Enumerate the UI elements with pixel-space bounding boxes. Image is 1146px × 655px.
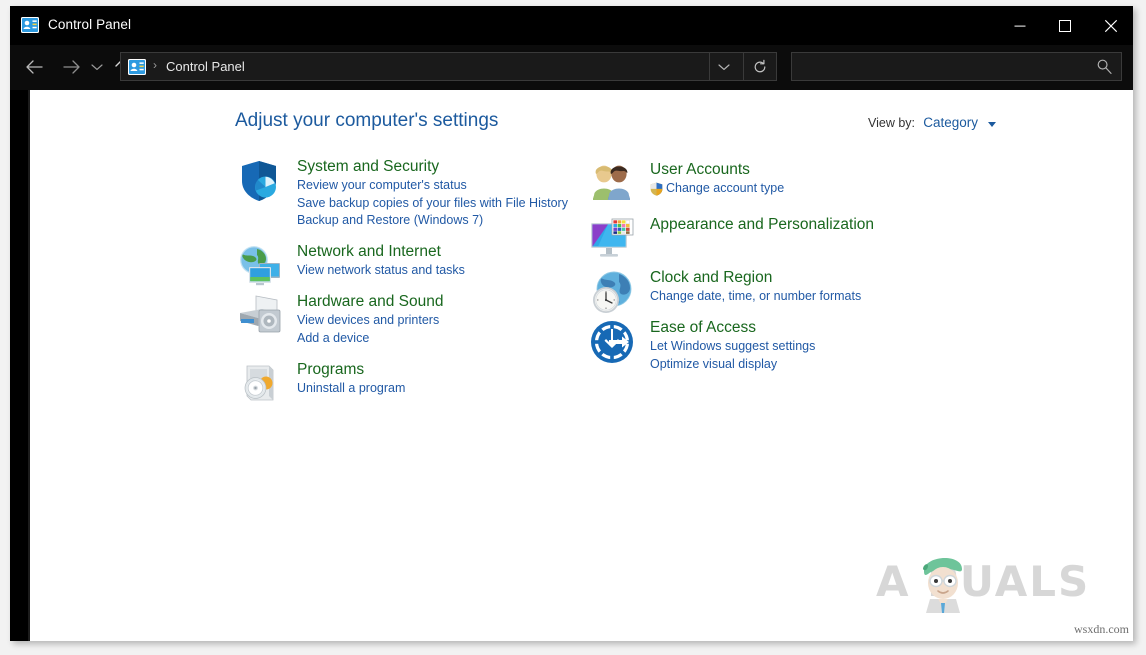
chevron-down-icon xyxy=(91,64,103,70)
breadcrumb-separator: › xyxy=(153,58,157,72)
close-button[interactable] xyxy=(1088,6,1133,45)
appearance-personalization-icon[interactable] xyxy=(588,215,636,263)
forward-arrow-icon xyxy=(63,60,80,74)
appuals-watermark: A PUALS xyxy=(876,551,1101,613)
programs-icon[interactable] xyxy=(235,360,283,408)
category-title[interactable]: Ease of Access xyxy=(650,318,756,338)
category-link[interactable]: View devices and printers xyxy=(297,312,575,330)
category-body: Appearance and Personalization xyxy=(650,215,928,235)
category-link[interactable]: View network status and tasks xyxy=(297,262,575,280)
category-body: System and Security Review your computer… xyxy=(297,157,575,230)
recent-locations-button[interactable] xyxy=(86,51,108,83)
title-bar: Control Panel xyxy=(10,6,1133,45)
category-title[interactable]: User Accounts xyxy=(650,160,750,180)
category-link[interactable]: Backup and Restore (Windows 7) xyxy=(297,212,575,230)
refresh-button[interactable] xyxy=(743,53,776,80)
breadcrumb-path[interactable]: Control Panel xyxy=(166,59,245,74)
category-link[interactable]: Optimize visual display xyxy=(650,356,928,374)
category-body: Programs Uninstall a program xyxy=(297,360,575,398)
category-user-accounts: User Accounts Change account type xyxy=(588,160,928,200)
category-body: Ease of Access Let Windows suggest setti… xyxy=(650,318,928,373)
category-clock-and-region: Clock and Region Change date, time, or n… xyxy=(588,268,928,313)
page-title: Adjust your computer's settings xyxy=(235,110,499,131)
clock-region-icon[interactable] xyxy=(588,268,636,316)
minimize-button[interactable] xyxy=(997,6,1042,45)
category-system-and-security: System and Security Review your computer… xyxy=(235,157,575,230)
chevron-down-icon xyxy=(718,63,730,70)
view-by-value[interactable]: Category xyxy=(923,115,978,130)
maximize-button[interactable] xyxy=(1042,6,1087,45)
category-programs: Programs Uninstall a program xyxy=(235,360,575,401)
uac-shield-icon xyxy=(650,182,663,196)
category-network-and-internet: Network and Internet View network status… xyxy=(235,242,575,286)
caret-down-icon[interactable] xyxy=(988,122,996,127)
category-body: Clock and Region Change date, time, or n… xyxy=(650,268,928,306)
search-icon[interactable] xyxy=(1096,58,1113,80)
control-panel-icon xyxy=(21,17,39,33)
appuals-mascot-icon xyxy=(914,545,972,613)
category-body: Network and Internet View network status… xyxy=(297,242,575,280)
category-title[interactable]: Hardware and Sound xyxy=(297,292,444,312)
view-by-label: View by: xyxy=(867,116,915,130)
content-area: Adjust your computer's settings View by:… xyxy=(28,90,1133,641)
category-link[interactable]: Save backup copies of your files with Fi… xyxy=(297,195,575,213)
refresh-icon xyxy=(754,59,766,72)
category-link-text: Change account type xyxy=(666,181,785,195)
watermark-text: A PUALS xyxy=(876,557,1091,606)
control-panel-screenshot: Control Panel › Control Panel Adjust you… xyxy=(0,0,1146,655)
close-icon xyxy=(1104,19,1117,32)
maximize-icon xyxy=(1058,19,1071,32)
network-internet-icon[interactable] xyxy=(235,242,283,290)
category-title[interactable]: Network and Internet xyxy=(297,242,441,262)
shield-system-security-icon[interactable] xyxy=(235,157,283,205)
category-link[interactable]: Uninstall a program xyxy=(297,380,575,398)
category-link[interactable]: Add a device xyxy=(297,330,575,348)
window-title: Control Panel xyxy=(48,17,132,32)
address-dropdown-button[interactable] xyxy=(709,53,738,80)
forward-button[interactable] xyxy=(56,51,88,83)
user-accounts-icon[interactable] xyxy=(588,160,636,208)
search-input[interactable] xyxy=(800,53,1099,82)
ease-of-access-icon[interactable] xyxy=(588,318,636,366)
category-appearance-and-personalization: Appearance and Personalization xyxy=(588,215,928,257)
search-bar[interactable] xyxy=(791,52,1122,82)
category-link[interactable]: Let Windows suggest settings xyxy=(650,338,928,356)
category-link[interactable]: Change date, time, or number formats xyxy=(650,288,928,306)
category-title[interactable]: Programs xyxy=(297,360,364,380)
minimize-icon xyxy=(1014,25,1025,27)
category-link[interactable]: Review your computer's status xyxy=(297,177,575,195)
category-body: Hardware and Sound View devices and prin… xyxy=(297,292,575,347)
category-link[interactable]: Change account type xyxy=(650,180,928,198)
category-title[interactable]: System and Security xyxy=(297,157,439,177)
address-control-panel-icon xyxy=(128,59,146,75)
back-button[interactable] xyxy=(18,51,50,83)
control-panel-window: Control Panel › Control Panel Adjust you… xyxy=(10,6,1133,641)
category-title[interactable]: Appearance and Personalization xyxy=(650,215,874,235)
back-arrow-icon xyxy=(26,60,43,74)
category-body: User Accounts Change account type xyxy=(650,160,928,198)
source-watermark: wsxdn.com xyxy=(1074,622,1129,636)
category-hardware-and-sound: Hardware and Sound View devices and prin… xyxy=(235,292,575,347)
hardware-sound-icon[interactable] xyxy=(235,292,283,340)
address-bar[interactable]: › Control Panel xyxy=(120,52,777,81)
category-title[interactable]: Clock and Region xyxy=(650,268,772,288)
category-ease-of-access: Ease of Access Let Windows suggest setti… xyxy=(588,318,928,373)
navigation-bar: › Control Panel xyxy=(10,45,1133,90)
